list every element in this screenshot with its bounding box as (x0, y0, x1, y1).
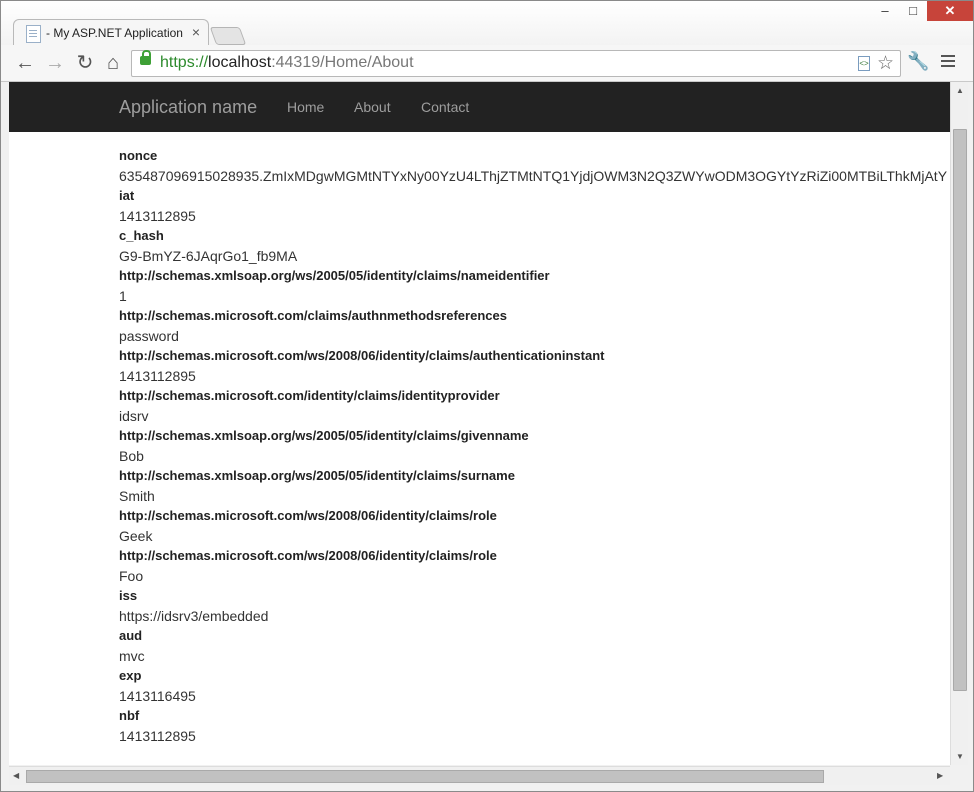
claim-item: http://schemas.microsoft.com/identity/cl… (119, 386, 950, 426)
url-scheme: https:// (160, 54, 209, 71)
url-text[interactable]: https://localhost:44319/Home/About (160, 54, 414, 72)
claim-value: Geek (119, 528, 153, 544)
claim-value: mvc (119, 648, 145, 664)
claim-key: http://schemas.xmlsoap.org/ws/2005/05/id… (119, 468, 515, 483)
claim-value: 635487096915028935.ZmIxMDgwMGMtNTYxNy00Y… (119, 168, 948, 184)
claim-value: 1 (119, 288, 127, 304)
claim-key: http://schemas.microsoft.com/ws/2008/06/… (119, 348, 605, 363)
back-arrow-icon[interactable]: ← (13, 51, 37, 75)
claim-item: nonce 635487096915028935.ZmIxMDgwMGMtNTYx… (119, 146, 950, 186)
claim-key: http://schemas.microsoft.com/ws/2008/06/… (119, 548, 497, 563)
reload-icon[interactable]: ↻ (73, 51, 97, 75)
page-viewport: Application name Home About Contact nonc… (9, 82, 950, 765)
site-navbar: Application name Home About Contact (9, 82, 950, 132)
claim-item: iat 1413112895 (119, 186, 950, 226)
close-window-button[interactable]: ✕ (927, 1, 973, 21)
claim-key: aud (119, 628, 143, 643)
claim-key: iss (119, 588, 138, 603)
claim-value: password (119, 328, 179, 344)
claim-value: https://idsrv3/embedded (119, 608, 269, 624)
claim-value: 1413112895 (119, 728, 196, 744)
claim-key: http://schemas.microsoft.com/ws/2008/06/… (119, 508, 497, 523)
claim-item: http://schemas.microsoft.com/ws/2008/06/… (119, 506, 950, 546)
tab-close-icon[interactable]: × (192, 24, 200, 40)
claim-key: http://schemas.microsoft.com/claims/auth… (119, 308, 507, 323)
claim-item: c_hash G9-BmYZ-6JAqrGo1_fb9MA (119, 226, 950, 266)
vertical-scroll-thumb[interactable] (953, 129, 967, 691)
claim-value: 1413116495 (119, 688, 196, 704)
claim-value: Foo (119, 568, 144, 584)
address-bar[interactable]: https://localhost:44319/Home/About <> ☆ (131, 50, 901, 77)
claim-value: 1413112895 (119, 368, 196, 384)
claims-list: nonce 635487096915028935.ZmIxMDgwMGMtNTYx… (119, 146, 950, 746)
claim-key: c_hash (119, 228, 164, 243)
claim-item: nbf 1413112895 (119, 706, 950, 746)
claim-item: http://schemas.xmlsoap.org/ws/2005/05/id… (119, 466, 950, 506)
scroll-right-icon[interactable]: ▶ (937, 771, 943, 780)
new-tab-button[interactable] (209, 27, 247, 45)
claim-value: G9-BmYZ-6JAqrGo1_fb9MA (119, 248, 298, 264)
brand-link[interactable]: Application name (119, 97, 257, 118)
nav-contact[interactable]: Contact (421, 99, 469, 115)
nav-about[interactable]: About (354, 99, 391, 115)
claim-item: aud mvc (119, 626, 950, 666)
browser-toolbar: ← → ↻ ⌂ https://localhost:44319/Home/Abo… (1, 45, 973, 82)
claim-value: idsrv (119, 408, 149, 424)
browser-tab[interactable]: - My ASP.NET Application × (13, 19, 209, 47)
claim-key: http://schemas.xmlsoap.org/ws/2005/05/id… (119, 268, 550, 283)
claim-key: iat (119, 188, 135, 203)
horizontal-scrollbar[interactable]: ◀ ▶ (9, 766, 950, 785)
menu-icon[interactable] (941, 53, 955, 67)
wrench-icon[interactable]: 🔧 (907, 51, 929, 72)
claim-key: http://schemas.xmlsoap.org/ws/2005/05/id… (119, 428, 529, 443)
minimize-button[interactable]: – (871, 1, 899, 21)
nav-home[interactable]: Home (287, 99, 324, 115)
horizontal-scroll-thumb[interactable] (26, 770, 824, 783)
claim-key: http://schemas.microsoft.com/identity/cl… (119, 388, 500, 403)
home-icon[interactable]: ⌂ (101, 51, 125, 75)
forward-arrow-icon[interactable]: → (43, 51, 67, 75)
claim-item: http://schemas.microsoft.com/ws/2008/06/… (119, 346, 950, 386)
claim-item: http://schemas.xmlsoap.org/ws/2005/05/id… (119, 426, 950, 466)
scroll-left-icon[interactable]: ◀ (13, 771, 19, 780)
page-favicon-icon (26, 25, 41, 43)
star-icon[interactable]: ☆ (877, 52, 894, 75)
url-host: localhost (208, 54, 272, 71)
scroll-up-icon[interactable]: ▲ (956, 86, 964, 95)
claim-key: nonce (119, 148, 158, 163)
title-bar: - My ASP.NET Application × – □ ✕ (1, 1, 973, 47)
claim-item: http://schemas.microsoft.com/claims/auth… (119, 306, 950, 346)
maximize-button[interactable]: □ (899, 1, 927, 21)
claim-value: 1413112895 (119, 208, 196, 224)
claim-item: iss https://idsrv3/embedded (119, 586, 950, 626)
claim-key: nbf (119, 708, 140, 723)
claim-value: Smith (119, 488, 155, 504)
page-icon[interactable]: <> (858, 56, 870, 71)
claim-key: exp (119, 668, 142, 683)
lock-icon (140, 50, 151, 65)
url-path: :44319/Home/About (271, 54, 414, 71)
claim-item: http://schemas.microsoft.com/ws/2008/06/… (119, 546, 950, 586)
claim-item: http://schemas.xmlsoap.org/ws/2005/05/id… (119, 266, 950, 306)
browser-window: - My ASP.NET Application × – □ ✕ ← → ↻ ⌂… (0, 0, 974, 792)
claim-item: exp 1413116495 (119, 666, 950, 706)
tab-title: - My ASP.NET Application (46, 26, 183, 40)
vertical-scrollbar[interactable]: ▲ ▼ (950, 82, 968, 765)
scroll-down-icon[interactable]: ▼ (956, 752, 964, 761)
claim-value: Bob (119, 448, 144, 464)
